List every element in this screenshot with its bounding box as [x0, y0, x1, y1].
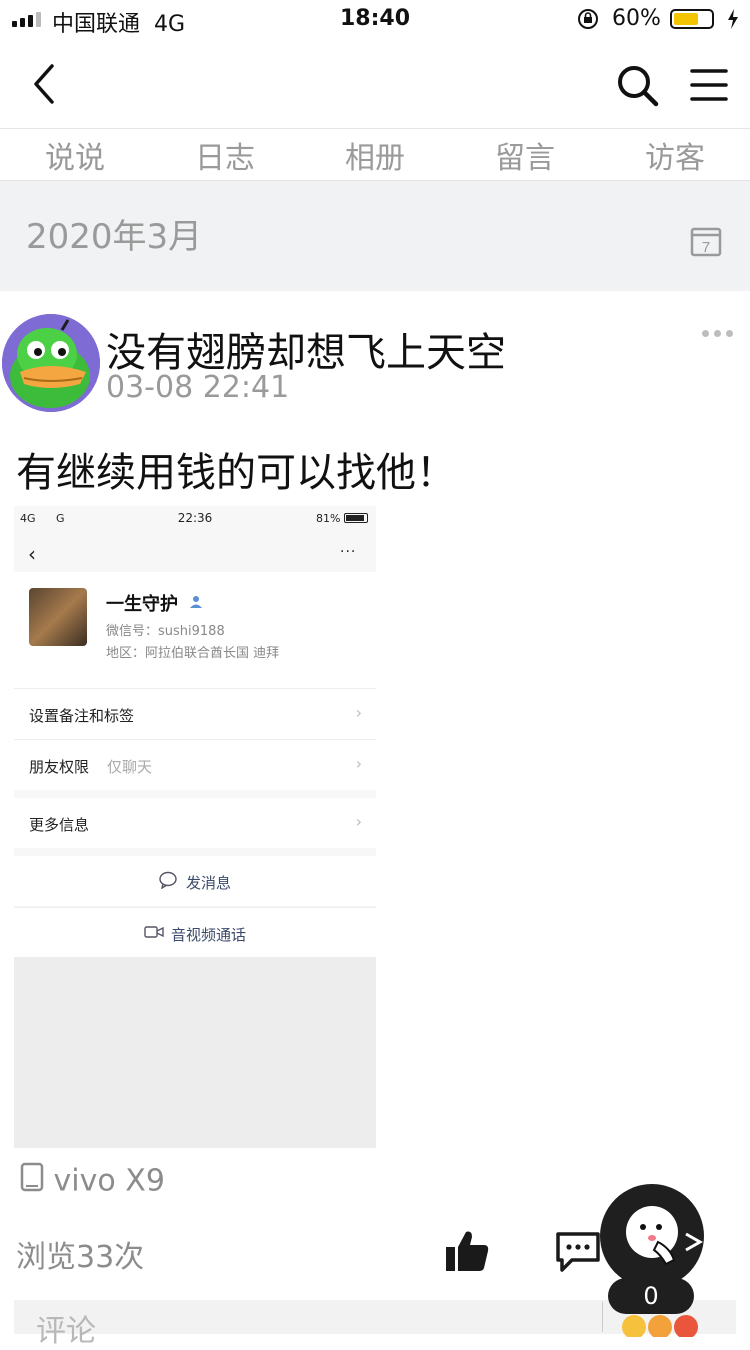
like-icon[interactable] [444, 1228, 490, 1278]
embedded-remark-row: 设置备注和标签 › [14, 688, 376, 739]
embedded-permission-row: 朋友权限 仅聊天 › [14, 739, 376, 790]
tab-shuoshuo[interactable]: 说说 [0, 133, 150, 177]
month-header: 2020年3月 7 [0, 181, 750, 291]
tab-journal[interactable]: 日志 [150, 133, 300, 177]
embedded-status-bar: 4G G 22:36 81% [14, 506, 376, 532]
rotation-lock-icon [577, 8, 599, 36]
charging-icon [726, 8, 740, 36]
search-icon[interactable] [616, 64, 660, 112]
nav-bar [0, 40, 750, 129]
more-options-icon[interactable] [702, 330, 733, 337]
assistant-count-badge: 0 [608, 1278, 694, 1314]
device-label: vivo X9 [20, 1162, 165, 1200]
embedded-avatar [29, 588, 87, 646]
tab-bar: 说说 日志 相册 留言 访客 [0, 129, 750, 181]
embedded-more-info-row: 更多信息 › [14, 798, 376, 848]
menu-icon[interactable] [690, 67, 728, 107]
status-bar: 中国联通 4G 18:40 60% [0, 0, 750, 40]
assistant-button[interactable] [600, 1184, 704, 1288]
view-count: 浏览33次 [16, 1240, 145, 1275]
chat-bubble-icon [159, 871, 177, 893]
post-image[interactable]: 4G G 22:36 81% ‹ ··· 一生守护 微信号：sushi9188 … [14, 506, 376, 1148]
embedded-blank-area [14, 957, 376, 1148]
assistant-face-icon [626, 1206, 704, 1266]
battery-icon [670, 9, 714, 29]
person-icon [189, 594, 203, 613]
video-icon [144, 925, 164, 943]
embedded-more-icon: ··· [340, 544, 357, 560]
embedded-profile: 一生守护 微信号：sushi9188 地区：阿拉伯联合酋长国 迪拜 [14, 572, 376, 688]
post-time: 03-08 22:41 [106, 370, 290, 405]
tab-visitors[interactable]: 访客 [600, 133, 750, 177]
embedded-back-icon: ‹ [28, 542, 36, 566]
embedded-message-row: 发消息 [14, 856, 376, 906]
phone-icon [20, 1162, 44, 1200]
embedded-call-row: 音视频通话 [14, 907, 376, 958]
calendar-icon[interactable]: 7 [690, 225, 722, 261]
tab-messages[interactable]: 留言 [450, 133, 600, 177]
svg-text:7: 7 [702, 239, 710, 256]
embedded-battery-icon [344, 513, 368, 523]
month-label: 2020年3月 [26, 217, 203, 257]
battery-percent: 60% [612, 6, 661, 31]
post-text: 有继续用钱的可以找他！ [16, 450, 456, 496]
divider [602, 1302, 603, 1332]
comment-icon[interactable] [554, 1230, 602, 1278]
back-icon[interactable] [30, 62, 60, 110]
emoji-icon[interactable] [620, 1310, 710, 1345]
avatar[interactable] [2, 314, 100, 412]
tab-album[interactable]: 相册 [300, 133, 450, 177]
